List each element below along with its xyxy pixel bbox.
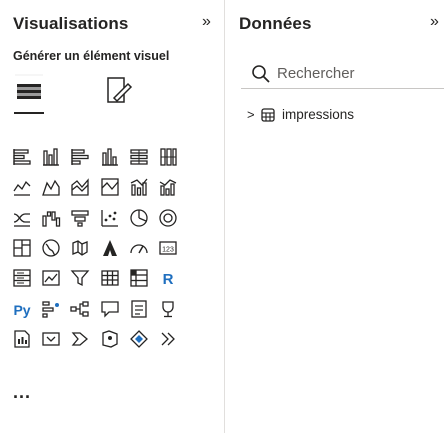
clustered-bar-icon[interactable] (41, 147, 61, 167)
100-area-icon[interactable] (100, 177, 120, 197)
more-visuals-button[interactable]: ... (13, 382, 31, 403)
donut-icon[interactable] (158, 208, 178, 228)
100-column-icon[interactable] (158, 147, 178, 167)
line-clustered-column-icon[interactable] (158, 177, 178, 197)
waterfall-icon[interactable] (41, 208, 61, 228)
funnel-icon[interactable] (70, 208, 90, 228)
table-name: impressions (282, 107, 355, 122)
stacked-area-icon[interactable] (70, 177, 90, 197)
decomposition-tree-icon[interactable] (70, 299, 90, 319)
azure-map-icon[interactable] (100, 238, 120, 258)
kpi-icon[interactable] (41, 268, 61, 288)
filled-map-icon[interactable] (70, 238, 90, 258)
visualizations-title: Visualisations (13, 14, 129, 33)
multi-row-card-icon[interactable] (12, 268, 32, 288)
collapse-visualizations-icon[interactable]: » (202, 13, 211, 31)
goals-icon[interactable] (158, 299, 178, 319)
gauge-icon[interactable] (129, 238, 149, 258)
pie-icon[interactable] (129, 208, 149, 228)
narrative-icon[interactable] (129, 299, 149, 319)
format-visual-button[interactable] (104, 72, 134, 106)
arcgis-icon[interactable] (100, 329, 120, 349)
slicer-icon[interactable] (70, 268, 90, 288)
map-icon[interactable] (41, 238, 61, 258)
expand-chevron-icon[interactable]: > (247, 107, 255, 122)
data-pane: Données » > impressions (229, 0, 448, 433)
paginated-report-icon[interactable] (12, 329, 32, 349)
diamond-icon[interactable] (129, 329, 149, 349)
power-apps-icon[interactable] (41, 329, 61, 349)
ribbon-chart-icon[interactable] (12, 208, 32, 228)
table-icon (261, 108, 275, 122)
stacked-column-icon[interactable] (70, 147, 90, 167)
svg-text:R: R (163, 271, 174, 288)
r-script-icon[interactable]: R (158, 268, 178, 288)
pane-divider (224, 0, 225, 433)
area-chart-icon[interactable] (41, 177, 61, 197)
card-icon[interactable]: 123 (158, 238, 178, 258)
python-icon[interactable]: Py (12, 299, 32, 319)
table-icon[interactable] (100, 268, 120, 288)
selected-tab-indicator (14, 112, 44, 114)
data-search-box (241, 60, 444, 89)
svg-text:123: 123 (162, 247, 174, 254)
qna-icon[interactable] (100, 299, 120, 319)
power-automate-icon[interactable] (70, 329, 90, 349)
search-icon (252, 65, 270, 83)
build-visual-button[interactable] (14, 72, 44, 106)
format-visual-icon (107, 77, 133, 103)
chevrons-icon[interactable] (158, 329, 178, 349)
line-chart-icon[interactable] (12, 177, 32, 197)
scatter-icon[interactable] (100, 208, 120, 228)
key-influencers-icon[interactable] (41, 299, 61, 319)
search-input[interactable] (277, 60, 437, 86)
stacked-bar-icon[interactable] (12, 147, 32, 167)
build-visual-icon (15, 74, 43, 99)
treemap-icon[interactable] (12, 238, 32, 258)
svg-text:Py: Py (13, 302, 30, 318)
line-column-icon[interactable] (129, 177, 149, 197)
build-visual-label: Générer un élément visuel (13, 49, 170, 63)
visualizations-pane: Visualisations » Générer un élément visu… (0, 0, 222, 433)
clustered-column-icon[interactable] (100, 147, 120, 167)
collapse-data-icon[interactable]: » (430, 13, 439, 31)
matrix-icon[interactable] (129, 268, 149, 288)
100-bar-icon[interactable] (129, 147, 149, 167)
data-title: Données (239, 14, 312, 33)
